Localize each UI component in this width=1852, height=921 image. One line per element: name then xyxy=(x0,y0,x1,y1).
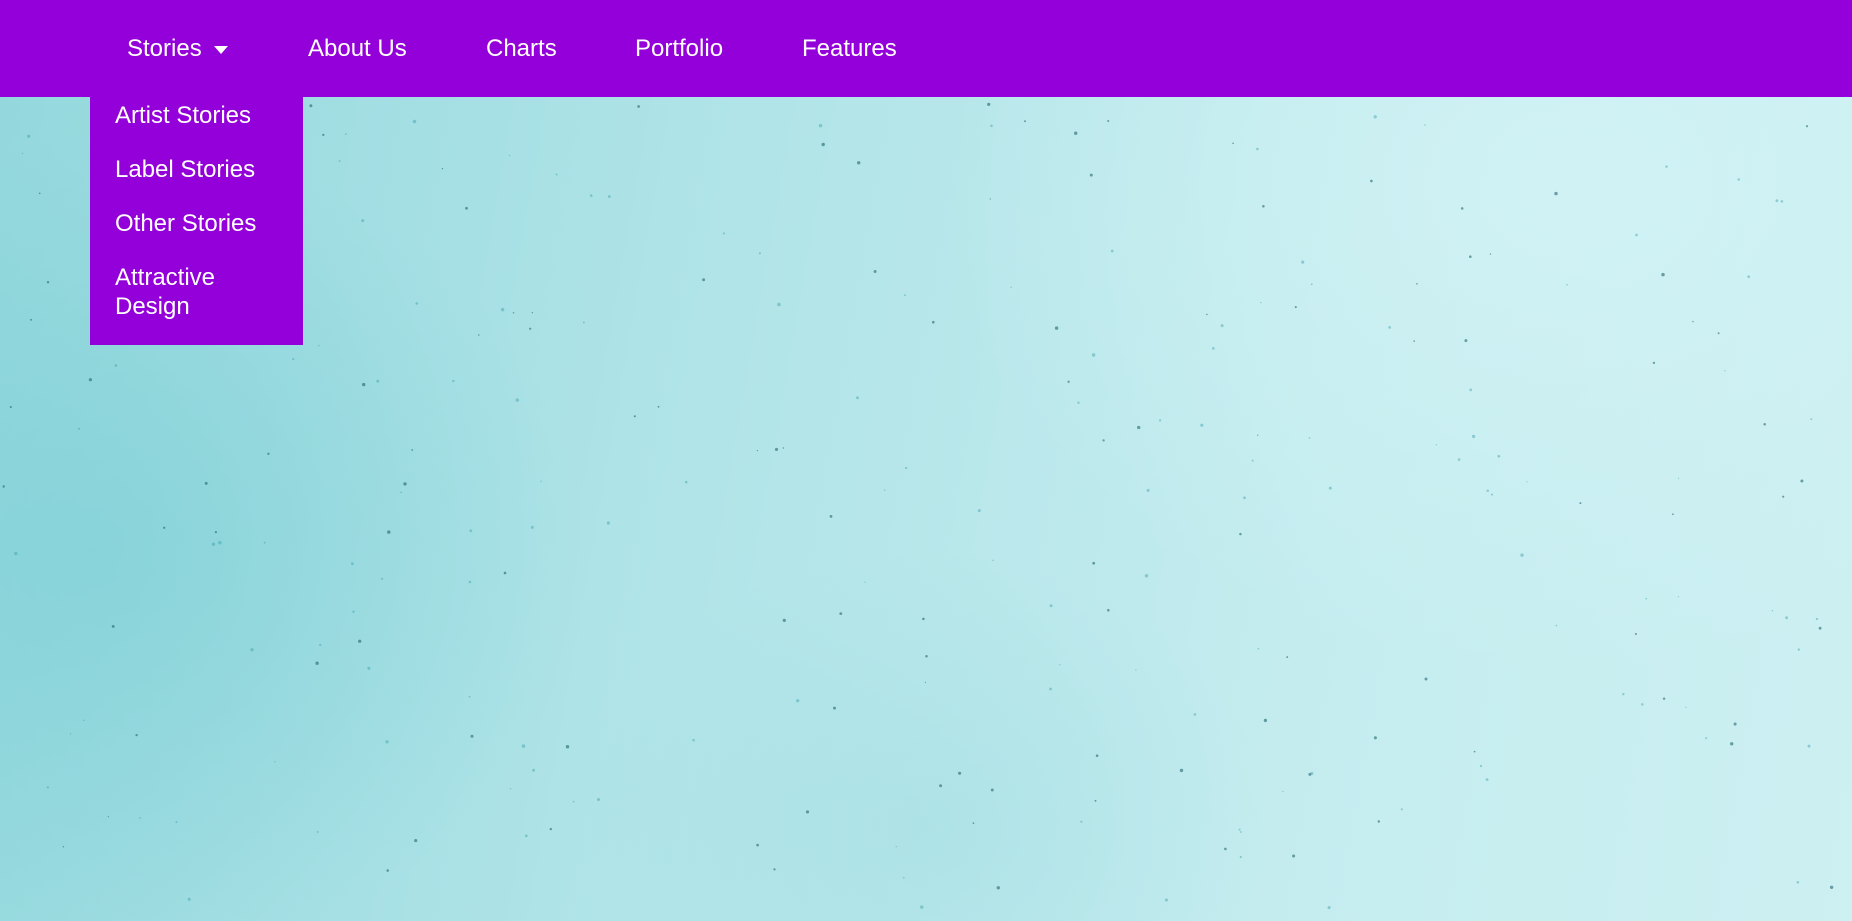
nav-item-features-label: Features xyxy=(802,34,897,62)
top-navbar: Stories About Us Charts Portfolio Featur… xyxy=(0,0,1852,97)
nav-item-portfolio[interactable]: Portfolio xyxy=(635,0,723,97)
dropdown-item-artist-stories[interactable]: Artist Stories xyxy=(115,101,290,130)
nav-item-portfolio-label: Portfolio xyxy=(635,34,724,62)
dropdown-item-label-stories[interactable]: Label Stories xyxy=(115,155,290,184)
caret-down-icon xyxy=(213,46,228,54)
dropdown-item-attractive-design[interactable]: Attractive Design xyxy=(115,263,290,321)
dropdown-item-other-stories[interactable]: Other Stories xyxy=(115,209,290,238)
nav-item-about-us[interactable]: About Us xyxy=(308,0,407,97)
nav-item-stories-label: Stories xyxy=(127,34,202,62)
stories-dropdown-menu: Artist Stories Label Stories Other Stori… xyxy=(90,97,303,345)
nav-item-about-us-label: About Us xyxy=(308,34,407,62)
nav-item-charts-label: Charts xyxy=(486,34,557,62)
nav-item-stories[interactable]: Stories xyxy=(127,0,228,97)
nav-item-features[interactable]: Features xyxy=(802,0,897,97)
nav-item-charts[interactable]: Charts xyxy=(486,0,557,97)
